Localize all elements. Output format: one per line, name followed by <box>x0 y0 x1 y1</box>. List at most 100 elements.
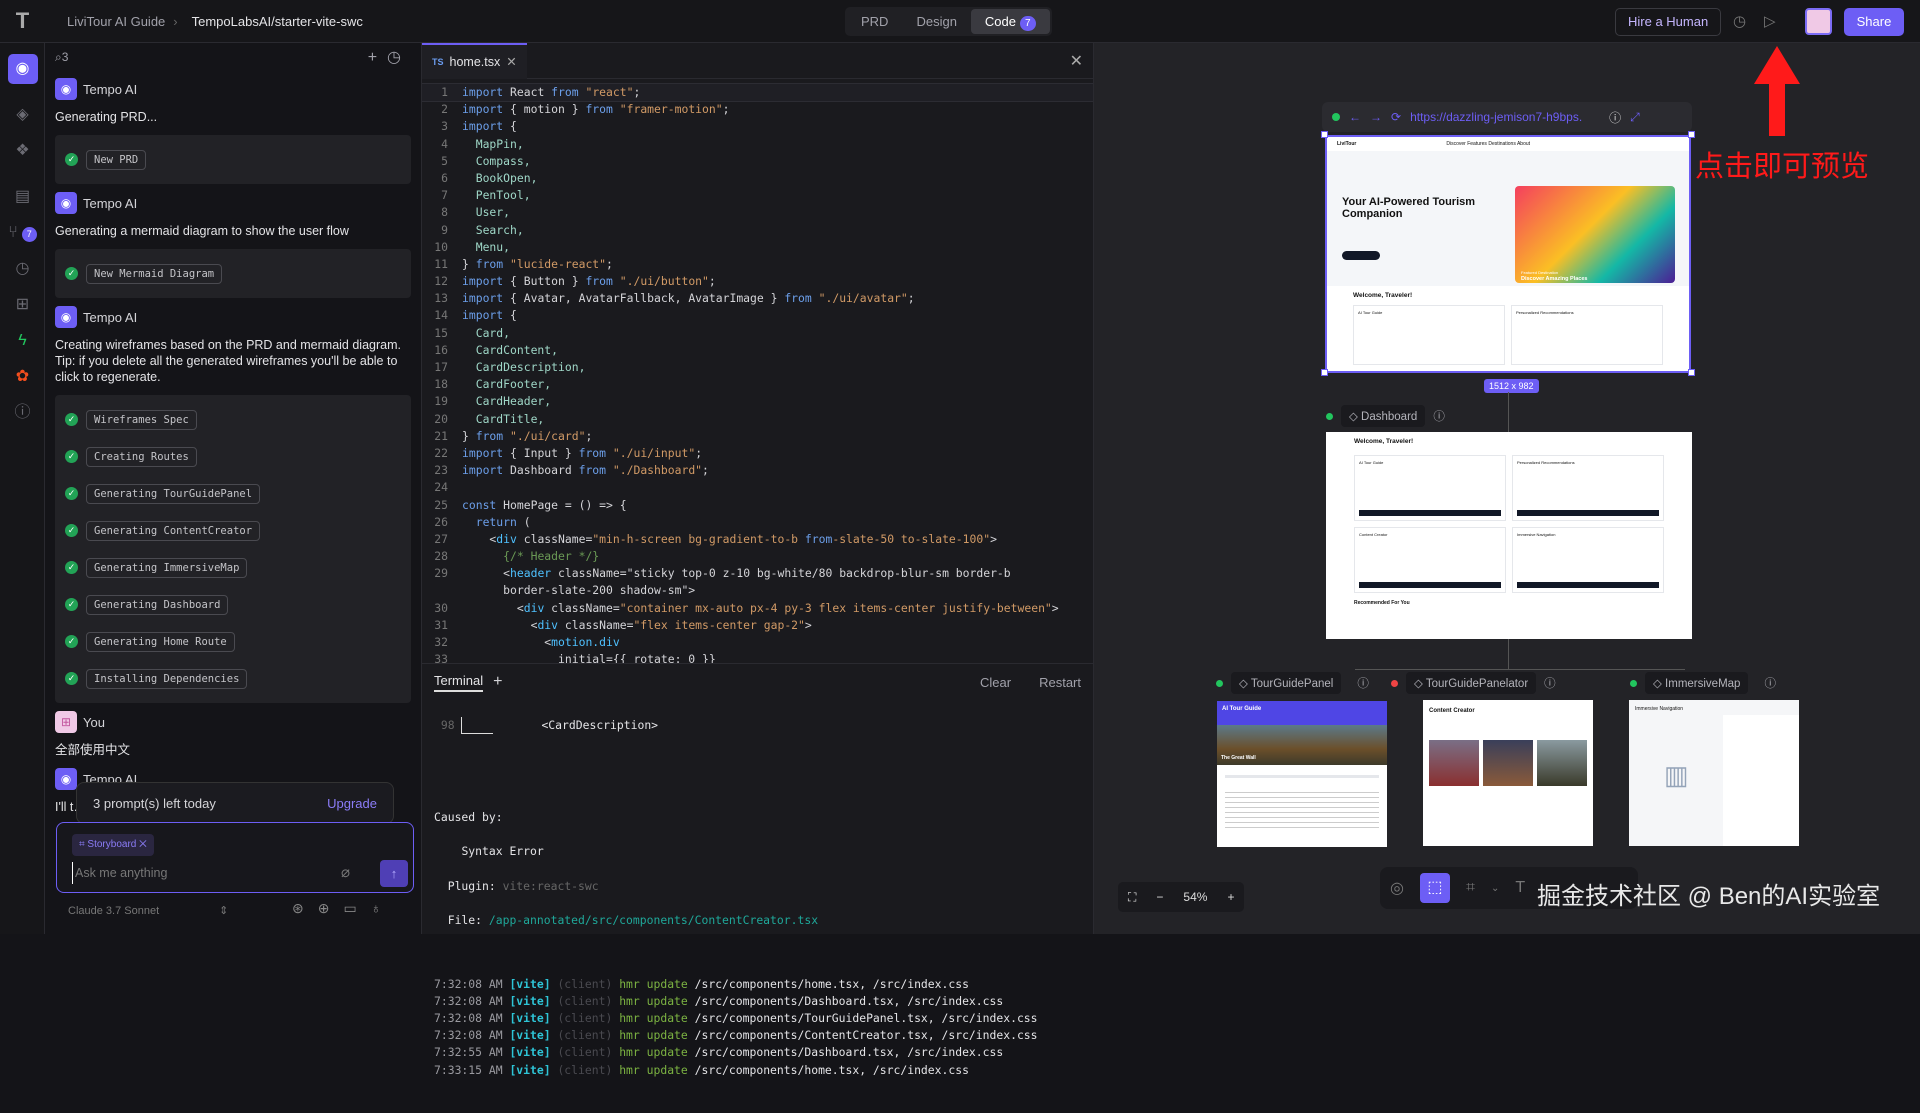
history-rail-icon[interactable]: ◷ <box>0 251 45 287</box>
new-chat-and-history-icons[interactable]: +◷ <box>368 47 411 67</box>
apps-icon[interactable]: ⊞ <box>0 287 45 323</box>
frame-name[interactable]: ◇ ImmersiveMap <box>1645 672 1749 694</box>
attach-icon[interactable]: ⌀ <box>341 863 350 881</box>
share-button[interactable]: Share <box>1844 8 1904 36</box>
frame-name[interactable]: ◇ TourGuidePanelator <box>1406 672 1537 694</box>
camera-icon[interactable]: ◎ <box>1390 878 1404 898</box>
user-avatar[interactable] <box>1805 8 1832 35</box>
tempo-logo-icon[interactable]: T <box>0 8 45 34</box>
figma-icon[interactable]: ✿ <box>0 359 45 395</box>
git-icon[interactable]: ⑂ 7 <box>0 215 45 251</box>
step-label[interactable]: Wireframes Spec <box>86 409 197 430</box>
step-label[interactable]: New Mermaid Diagram <box>86 263 223 284</box>
layers-icon[interactable]: ◈ <box>0 97 45 133</box>
terminal-tab[interactable]: Terminal <box>434 673 484 692</box>
frame-name[interactable]: ◇ TourGuidePanel <box>1231 672 1342 694</box>
breadcrumb-project[interactable]: LiviTour AI Guide <box>67 14 165 29</box>
editor-tab-home[interactable]: TS home.tsx ✕ <box>422 42 527 79</box>
close-editor-icon[interactable]: ✕ <box>1070 51 1083 71</box>
home-frame[interactable]: LiviTour Discover Features Destinations … <box>1325 135 1691 373</box>
info-icon[interactable]: ⓘ <box>1544 675 1556 691</box>
file-icon[interactable]: ▤ <box>0 179 45 215</box>
code-line: 5 Compass, <box>422 153 1093 170</box>
text-tool-icon[interactable]: T <box>1515 879 1525 897</box>
clear-button[interactable]: Clear <box>980 675 1011 690</box>
model-selector[interactable]: Claude 3.7 Sonnet ⇕ <box>68 904 228 917</box>
immersivemap-frame[interactable]: Immersive Navigation ▥ <box>1629 700 1799 846</box>
code-area[interactable]: 1 import React from "react"; 2 import { mot… <box>422 80 1093 663</box>
breadcrumb-repo[interactable]: TempoLabsAI/starter-vite-swc <box>192 14 363 29</box>
step-label[interactable]: New PRD <box>86 149 147 170</box>
rail-chat[interactable]: ◉ <box>0 51 45 87</box>
brain-icon[interactable]: ⊛ <box>292 900 318 916</box>
check-icon: ✓ <box>65 267 78 280</box>
nav-item[interactable]: Destinations <box>1488 141 1516 147</box>
info-icon[interactable]: ⓘ <box>1609 109 1621 126</box>
tab-prd[interactable]: PRD <box>847 9 902 34</box>
quota-text: 3 prompt(s) left today <box>93 795 216 811</box>
frame-tool-icon[interactable]: ⌗ <box>1466 879 1475 897</box>
start-exploring-button[interactable] <box>1342 251 1380 260</box>
nav-item[interactable]: Features <box>1467 141 1487 147</box>
globe-icon[interactable]: ⊕ <box>318 900 344 916</box>
add-terminal-icon[interactable]: + <box>493 673 502 691</box>
upgrade-link[interactable]: Upgrade <box>327 796 377 811</box>
back-icon[interactable]: ← <box>1349 110 1361 124</box>
nav-item[interactable]: About <box>1517 141 1530 147</box>
components-icon[interactable]: ❖ <box>0 133 45 169</box>
step-label[interactable]: Generating ImmersiveMap <box>86 557 248 578</box>
tourguide-frame[interactable]: AI Tour Guide The Great Wall <box>1217 701 1387 847</box>
discover-label: Discover Amazing Places <box>1521 276 1588 282</box>
expand-icon[interactable]: ⤢ <box>1630 110 1640 125</box>
nav-item[interactable]: Discover <box>1446 141 1465 147</box>
step-label[interactable]: Installing Dependencies <box>86 668 248 689</box>
file-label: File: <box>447 913 483 928</box>
zoom-out-button[interactable]: − <box>1146 890 1173 904</box>
resize-handle[interactable] <box>1321 369 1328 376</box>
restart-button[interactable]: Restart <box>1039 675 1081 690</box>
frame-name-text: ImmersiveMap <box>1665 678 1741 690</box>
step-label[interactable]: Creating Routes <box>86 446 197 467</box>
lightbulb-icon[interactable]: ♁ <box>371 900 396 916</box>
preview-url[interactable]: https://dazzling-jemison7-h9bps. <box>1410 110 1600 124</box>
info-icon[interactable]: ⓘ <box>1357 675 1369 691</box>
chat-input[interactable] <box>72 862 342 884</box>
select-tool-icon[interactable]: ⬚ <box>1419 873 1450 903</box>
step-label[interactable]: Generating TourGuidePanel <box>86 483 261 504</box>
check-icon: ✓ <box>65 672 78 685</box>
history-icon[interactable]: ◷ <box>1733 12 1746 30</box>
code-line: 1 import React from "react"; <box>422 82 1093 103</box>
dashboard-frame[interactable]: Welcome, Traveler! AI Tour Guide Persona… <box>1326 432 1692 639</box>
plugin-value: vite:react-swc <box>502 878 599 893</box>
step-label[interactable]: Generating ContentCreator <box>86 520 261 541</box>
file-path[interactable]: /app-annotated/src/components/ContentCre… <box>489 913 818 927</box>
contentcreator-frame[interactable]: Content Creator <box>1423 700 1593 846</box>
fit-icon[interactable]: ⛶ <box>1118 890 1146 905</box>
zoom-in-button[interactable]: + <box>1217 890 1244 904</box>
hire-a-human-button[interactable]: Hire a Human <box>1615 8 1722 36</box>
chevron-down-icon[interactable]: ⌄ <box>1491 883 1499 894</box>
tab-code[interactable]: Code 7 <box>970 9 1050 34</box>
discuss-icon[interactable]: ▭ <box>343 900 370 916</box>
resize-handle[interactable] <box>1321 131 1328 138</box>
info-icon[interactable]: ⓘ <box>0 395 45 431</box>
supabase-icon[interactable]: ϟ <box>0 323 45 359</box>
send-button[interactable]: ↑ <box>380 860 408 887</box>
storyboard-chip[interactable]: ⌗ Storyboard ✕ <box>72 834 154 856</box>
remove-chip-icon[interactable]: ✕ <box>136 839 147 850</box>
resize-handle[interactable] <box>1688 369 1695 376</box>
card-recommendations: Personalized Recommendations <box>1511 305 1663 365</box>
close-tab-icon[interactable]: ✕ <box>506 54 516 69</box>
info-icon[interactable]: ⓘ <box>1433 408 1445 424</box>
frame-name[interactable]: ◇ Dashboard <box>1341 405 1426 427</box>
step-label[interactable]: Generating Dashboard <box>86 594 229 615</box>
author-name: You <box>83 714 105 730</box>
forward-icon[interactable]: → <box>1370 110 1382 124</box>
tab-design[interactable]: Design <box>902 9 970 34</box>
play-preview-icon[interactable]: ▷ <box>1764 12 1776 30</box>
resize-handle[interactable] <box>1688 131 1695 138</box>
step-label[interactable]: Generating Home Route <box>86 631 235 652</box>
info-icon[interactable]: ⓘ <box>1764 675 1776 691</box>
code-line: 28 {/* Header */} <box>422 548 1093 565</box>
reload-icon[interactable]: ⟳ <box>1391 110 1401 124</box>
